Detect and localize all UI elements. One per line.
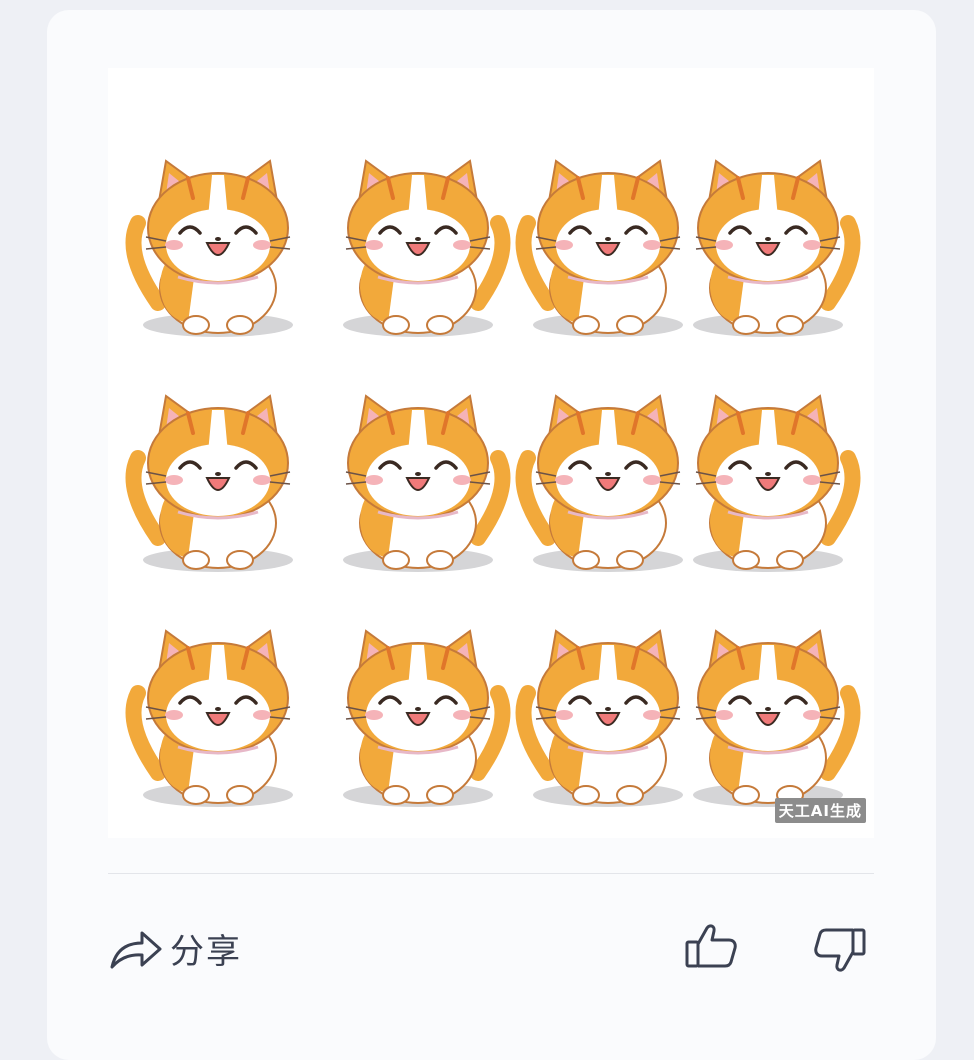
cat-sticker-8 — [693, 394, 861, 572]
cat-sticker-7 — [515, 394, 683, 572]
cat-sticker-5 — [125, 394, 293, 572]
cat-sticker-12 — [693, 629, 861, 807]
share-button[interactable]: 分享 — [108, 924, 242, 973]
cat-sticker-sheet — [125, 159, 861, 807]
thumbs-down-icon — [814, 928, 866, 972]
cat-sticker-3 — [515, 159, 683, 337]
like-button[interactable] — [683, 920, 739, 976]
generated-image[interactable]: 天工AI生成 — [108, 68, 874, 838]
share-arrow-icon — [110, 931, 162, 968]
cat-sticker-6 — [343, 394, 511, 572]
cat-sticker-10 — [343, 629, 511, 807]
dislike-button[interactable] — [812, 920, 868, 976]
ai-watermark: 天工AI生成 — [774, 798, 866, 823]
cat-sticker-2 — [343, 159, 511, 337]
cat-sticker-11 — [515, 629, 683, 807]
divider — [108, 873, 874, 874]
share-label: 分享 — [170, 932, 242, 972]
cat-sticker-4 — [693, 159, 861, 337]
thumbs-up-icon — [685, 924, 737, 968]
cat-sticker-1 — [125, 159, 293, 337]
cat-sticker-9 — [125, 629, 293, 807]
